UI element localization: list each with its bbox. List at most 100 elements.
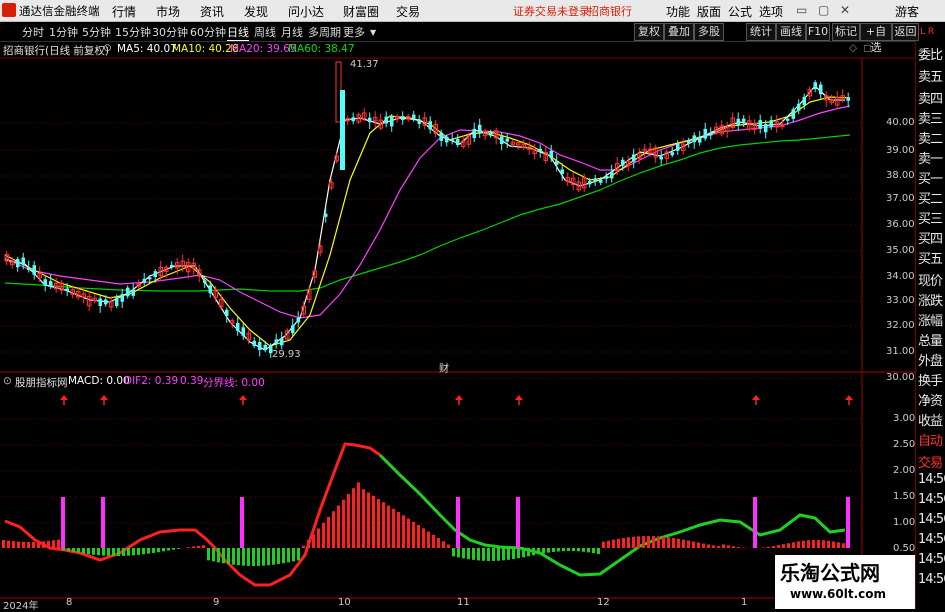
candle-body — [737, 119, 741, 126]
multi-stock-button[interactable]: 多股 — [694, 23, 724, 41]
menu-item-market[interactable]: 行情 — [112, 3, 136, 20]
signal-bar — [101, 497, 105, 548]
macd-bar — [542, 548, 545, 553]
panel-toggle[interactable]: L R — [920, 27, 934, 37]
macd-bar — [317, 528, 320, 548]
restore-icon[interactable]: ▢ — [818, 3, 829, 17]
quote-panel-item: 卖四 — [918, 88, 942, 107]
quote-panel-item: 收益 — [918, 410, 942, 429]
f10-button[interactable]: F10 — [806, 23, 830, 41]
candle-body — [605, 176, 609, 179]
period-tab-1min[interactable]: 1分钟 — [49, 24, 78, 40]
draw-line-button[interactable]: 画线 — [776, 23, 806, 41]
period-tab-multi[interactable]: 多周期 — [308, 24, 341, 40]
ma10-label: MA10: 40.26 — [172, 43, 239, 55]
macd-bar — [347, 494, 350, 548]
candle-body — [66, 288, 70, 290]
macd-bar — [337, 505, 340, 548]
candle-body — [671, 152, 675, 155]
close-icon[interactable]: ✕ — [840, 3, 850, 17]
dif-label: DIF2: 0.39 — [124, 375, 178, 387]
macd-bar — [72, 548, 75, 552]
macd-bar — [92, 548, 95, 555]
price-tick: 38.00 — [886, 170, 915, 181]
minimize-icon[interactable]: ▭ — [796, 3, 807, 17]
collapse-icon[interactable]: ◻ — [863, 42, 872, 54]
candle-body — [154, 271, 158, 277]
macd-bar — [487, 548, 490, 561]
menu-item-news[interactable]: 资讯 — [200, 3, 224, 20]
chevron-down-icon[interactable]: ▼ — [370, 28, 376, 37]
macd-bar — [227, 548, 230, 564]
macd-bar — [712, 545, 715, 548]
period-tab-5min[interactable]: 5分钟 — [82, 24, 111, 40]
mark-button[interactable]: 标记 — [832, 23, 860, 41]
back-button[interactable]: 返回 — [892, 23, 919, 41]
candle-body — [104, 299, 108, 304]
guest-label[interactable]: 游客 — [895, 3, 919, 20]
candle-body — [451, 139, 455, 141]
candle-body — [704, 129, 708, 139]
chart-header: 招商银行(日线 前复权) — [3, 43, 109, 58]
overlay-button[interactable]: 叠加 — [664, 23, 694, 41]
candle-body — [297, 318, 301, 323]
period-tab-more[interactable]: 更多 — [343, 24, 365, 40]
adjust-button[interactable]: 复权 — [634, 23, 664, 41]
macd-bar — [202, 545, 205, 548]
candle-body — [280, 338, 284, 345]
stock-link[interactable]: 招商银行 — [588, 3, 632, 19]
ma60-label: MA60: 38.47 — [288, 43, 355, 55]
date-tick: 11 — [457, 597, 470, 608]
macd-bar — [572, 548, 575, 551]
indicator-tick: 1.00 — [893, 517, 915, 528]
period-tab-15min[interactable]: 15分钟 — [115, 24, 151, 40]
diamond-icon[interactable]: ◇ — [849, 42, 857, 54]
date-tick: 8 — [66, 597, 72, 608]
candle-body — [456, 139, 460, 145]
kline-chart[interactable] — [0, 41, 915, 609]
macd-bar — [2, 540, 5, 548]
macd-bar — [762, 547, 765, 548]
macd-bar — [122, 548, 125, 556]
menu-item-trade[interactable]: 交易 — [396, 3, 420, 20]
finance-marker[interactable]: 财 — [439, 360, 449, 375]
date-tick: 12 — [597, 597, 610, 608]
login-warning[interactable]: 证券交易未登录 — [513, 3, 590, 19]
indicator-tick: 3.00 — [893, 413, 915, 424]
candle-body — [632, 154, 636, 161]
stats-button[interactable]: 统计 — [746, 23, 776, 41]
menu-item-wealth[interactable]: 财富圈 — [343, 3, 379, 20]
candle-body — [500, 136, 504, 144]
quote-panel-item: 买一 — [918, 168, 942, 187]
candle-body — [786, 119, 790, 121]
indicator-settings-icon[interactable]: ⊙ — [3, 375, 12, 387]
menu-item-options[interactable]: 选项 — [759, 3, 783, 20]
period-tab-60min[interactable]: 60分钟 — [190, 24, 226, 40]
menu-item-formula[interactable]: 公式 — [728, 3, 752, 20]
menu-item-functions[interactable]: 功能 — [666, 3, 690, 20]
candle-body — [340, 90, 345, 170]
zero-line-label: 分界线: 0.00 — [203, 375, 265, 390]
menu-item-markets[interactable]: 市场 — [156, 3, 180, 20]
candle-body — [132, 290, 136, 296]
add-watchlist-button[interactable]: +自选 — [860, 23, 892, 41]
macd-bar — [727, 545, 730, 548]
candle-body — [27, 268, 31, 270]
period-tab-intraday[interactable]: 分时 — [22, 24, 44, 40]
chart-settings-icon[interactable]: ⊙ — [103, 42, 112, 54]
period-tab-monthly[interactable]: 月线 — [281, 24, 303, 40]
quote-panel-item: 卖二 — [918, 128, 942, 147]
menu-item-assistant[interactable]: 问小达 — [288, 3, 324, 20]
candle-body — [621, 160, 625, 166]
period-tab-weekly[interactable]: 周线 — [254, 24, 276, 40]
macd-bar — [52, 540, 55, 548]
menu-item-layout[interactable]: 版面 — [697, 3, 721, 20]
candle-body — [803, 97, 807, 105]
period-tab-daily[interactable]: 日线 — [227, 24, 249, 41]
menu-item-discover[interactable]: 发现 — [244, 3, 268, 20]
candle-body — [275, 339, 279, 344]
candle-body — [847, 97, 851, 101]
candle-body — [550, 151, 554, 158]
period-tab-30min[interactable]: 30分钟 — [152, 24, 188, 40]
candle-body — [236, 323, 240, 331]
